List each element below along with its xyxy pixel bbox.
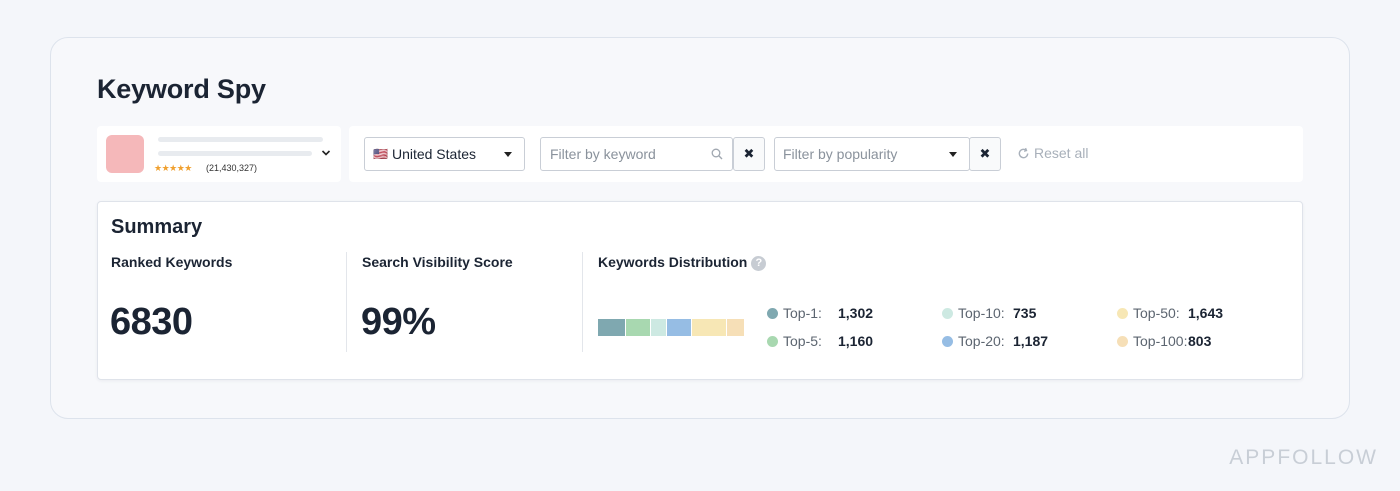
distribution-segment bbox=[666, 319, 692, 336]
summary-panel: Summary Ranked Keywords 6830 Search Visi… bbox=[97, 201, 1303, 380]
help-icon[interactable]: ? bbox=[751, 256, 767, 271]
legend-dot bbox=[767, 335, 778, 347]
legend-item: Top-10: bbox=[942, 305, 1005, 321]
distribution-bar bbox=[598, 319, 745, 336]
keywords-distribution-heading: Keywords Distribution? bbox=[598, 254, 767, 271]
caret-down-icon bbox=[504, 152, 512, 157]
caret-down-icon bbox=[949, 152, 957, 157]
ranked-keywords-label: Ranked Keywords bbox=[111, 254, 233, 270]
legend-dot bbox=[942, 335, 953, 347]
close-icon: ✖ bbox=[743, 146, 755, 161]
legend-value: 803 bbox=[1188, 333, 1212, 349]
legend-item: Top-100: bbox=[1117, 333, 1187, 349]
reset-all-label: Reset all bbox=[1034, 145, 1089, 161]
popularity-filter-placeholder: Filter by popularity bbox=[783, 146, 898, 162]
clear-popularity-button[interactable]: ✖ bbox=[969, 137, 1001, 171]
legend-dot bbox=[1117, 307, 1128, 319]
summary-title: Summary bbox=[111, 216, 203, 238]
legend-value: 735 bbox=[1013, 305, 1037, 321]
legend-item: Top-5: bbox=[767, 333, 822, 349]
legend-value: 1,302 bbox=[838, 305, 874, 321]
keywords-distribution-label: Keywords Distribution bbox=[598, 254, 748, 270]
legend-item: Top-50: bbox=[1117, 305, 1180, 321]
divider bbox=[582, 252, 583, 352]
legend-dot bbox=[942, 307, 953, 319]
legend-item: Top-1: bbox=[767, 305, 822, 321]
legend-label: Top-20: bbox=[958, 333, 1005, 349]
legend-label: Top-50: bbox=[1133, 305, 1180, 321]
page-title: Keyword Spy bbox=[97, 74, 266, 104]
app-name-placeholder bbox=[158, 137, 323, 142]
chevron-down-icon[interactable] bbox=[321, 148, 331, 158]
divider bbox=[346, 252, 347, 352]
clear-keyword-button[interactable]: ✖ bbox=[733, 137, 765, 171]
distribution-segment bbox=[650, 319, 666, 336]
legend-item: Top-20: bbox=[942, 333, 1005, 349]
legend-dot bbox=[1117, 335, 1128, 347]
legend-label: Top-10: bbox=[958, 305, 1005, 321]
ranked-keywords-value: 6830 bbox=[110, 301, 193, 343]
distribution-segment bbox=[625, 319, 650, 336]
rating-count: (21,430,327) bbox=[206, 163, 258, 173]
country-select[interactable]: 🇺🇸 United States bbox=[364, 137, 525, 171]
app-icon bbox=[106, 135, 144, 173]
distribution-segment bbox=[692, 319, 727, 336]
reset-all-button[interactable]: Reset all bbox=[1017, 145, 1088, 161]
popularity-select[interactable]: Filter by popularity bbox=[774, 137, 970, 171]
legend-value: 1,643 bbox=[1188, 305, 1224, 321]
legend-label: Top-1: bbox=[783, 305, 822, 321]
country-value: United States bbox=[391, 146, 477, 162]
us-flag-icon: 🇺🇸 bbox=[373, 147, 388, 161]
refresh-icon bbox=[1018, 147, 1029, 158]
keyword-filter-input[interactable]: Filter by keyword bbox=[540, 137, 733, 171]
legend-value: 1,160 bbox=[838, 333, 874, 349]
visibility-score-value: 99% bbox=[361, 301, 436, 343]
app-picker[interactable]: ★★★★★ (21,430,327) bbox=[97, 126, 341, 182]
keyword-filter-placeholder: Filter by keyword bbox=[550, 146, 656, 162]
distribution-segment bbox=[727, 319, 744, 336]
app-developer-placeholder bbox=[158, 151, 312, 156]
rating-stars: ★★★★★ bbox=[154, 163, 192, 173]
distribution-segment bbox=[598, 319, 625, 336]
legend-dot bbox=[767, 307, 778, 319]
legend-value: 1,187 bbox=[1013, 333, 1049, 349]
legend-label: Top-100: bbox=[1133, 333, 1188, 349]
close-icon: ✖ bbox=[979, 146, 991, 161]
search-icon bbox=[711, 148, 723, 160]
visibility-score-label: Search Visibility Score bbox=[362, 254, 513, 270]
appfollow-watermark: APPFOLLOW bbox=[1229, 446, 1378, 469]
legend-label: Top-5: bbox=[783, 333, 822, 349]
